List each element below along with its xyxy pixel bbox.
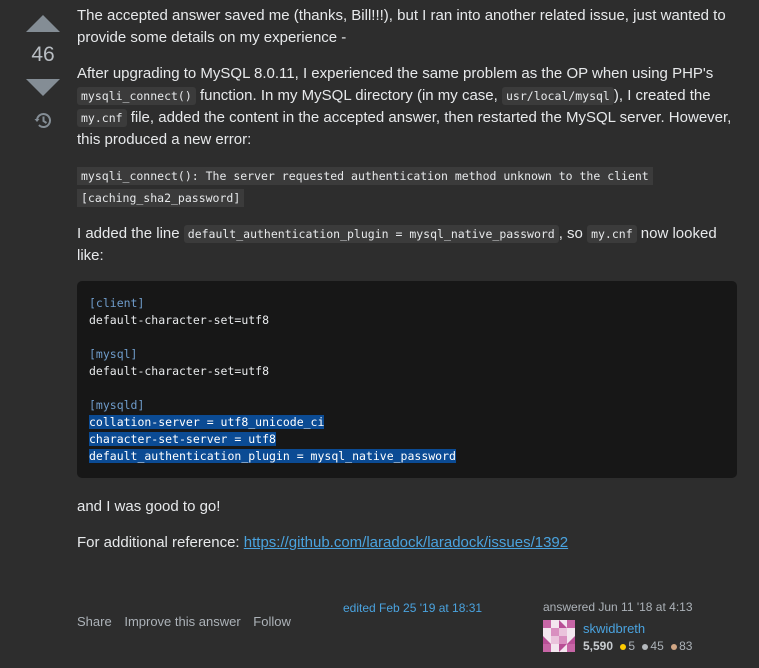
- error-line-1: mysqli_connect(): The server requested a…: [77, 167, 653, 185]
- text: After upgrading to MySQL 8.0.11, I exper…: [77, 65, 714, 82]
- inline-code: default_authentication_plugin = mysql_na…: [183, 225, 559, 243]
- silver-badge-icon: [642, 643, 649, 650]
- text: file, added the content in the accepted …: [77, 109, 732, 148]
- edited-timestamp-link[interactable]: edited Feb 25 '19 at 18:31: [343, 601, 482, 615]
- paragraph-upgrade: After upgrading to MySQL 8.0.11, I exper…: [77, 63, 737, 151]
- code-client-header: [client]: [89, 296, 145, 310]
- bronze-badge-icon: [671, 643, 678, 650]
- answer-body: The accepted answer saved me (thanks, Bi…: [77, 5, 737, 568]
- code-mysqld-line-2: character-set-server = utf8: [89, 432, 276, 446]
- config-code-block: [client] default-character-set=utf8 [mysql…: [77, 281, 737, 478]
- follow-link[interactable]: Follow: [253, 614, 291, 629]
- share-link[interactable]: Share: [77, 614, 112, 629]
- inline-code: usr/local/mysql: [502, 87, 614, 105]
- upvote-arrow-icon[interactable]: [26, 15, 60, 32]
- code-mysqld-line-3: default_authentication_plugin = mysql_na…: [89, 449, 456, 463]
- code-mysql-header: [mysql]: [89, 347, 138, 361]
- reference-link[interactable]: https://github.com/laradock/laradock/iss…: [244, 534, 568, 551]
- text: For additional reference:: [77, 534, 244, 551]
- user-name-link[interactable]: skwidbreth: [583, 621, 645, 636]
- gold-badge-icon: [620, 643, 627, 650]
- inline-code: my.cnf: [587, 225, 637, 243]
- answered-timestamp: answered Jun 11 '18 at 4:13: [543, 600, 693, 614]
- code-mysqld-header: [mysqld]: [89, 398, 145, 412]
- code-client-line: default-character-set=utf8: [89, 313, 270, 327]
- code-mysqld-line-1: collation-server = utf8_unicode_ci: [89, 415, 325, 429]
- paragraph-reference: For additional reference: https://github…: [77, 532, 737, 554]
- error-line-2: [caching_sha2_password]: [77, 189, 245, 207]
- bronze-badge-count: 83: [679, 639, 693, 653]
- inline-code: mysqli_connect(): [77, 87, 196, 105]
- text: I added the line: [77, 225, 184, 242]
- post-footer: Share Improve this answer Follow edited …: [77, 597, 757, 667]
- post-actions: Share Improve this answer Follow: [77, 614, 300, 629]
- downvote-arrow-icon[interactable]: [26, 79, 60, 96]
- history-icon[interactable]: [34, 111, 53, 130]
- paragraph-good-to-go: and I was good to go!: [77, 498, 221, 515]
- user-reputation: 5,590 5 45 83: [583, 639, 692, 653]
- paragraph-intro: The accepted answer saved me (thanks, Bi…: [77, 7, 726, 46]
- silver-badge-count: 45: [650, 639, 664, 653]
- text: , so: [558, 225, 588, 242]
- user-card: answered Jun 11 '18 at 4:13 skwidbreth 5…: [543, 600, 755, 653]
- avatar[interactable]: [543, 620, 575, 652]
- reputation-score: 5,590: [583, 639, 614, 653]
- text: ), I created the: [613, 87, 711, 104]
- paragraph-added-line: I added the line default_authentication_…: [77, 223, 737, 267]
- text: function. In my MySQL directory (in my c…: [195, 87, 502, 104]
- gold-badge-count: 5: [628, 639, 636, 653]
- inline-code: my.cnf: [77, 109, 127, 127]
- improve-answer-link[interactable]: Improve this answer: [124, 614, 240, 629]
- vote-count: 46: [31, 43, 55, 66]
- code-mysql-line: default-character-set=utf8: [89, 364, 270, 378]
- vote-column: 46: [22, 10, 64, 130]
- error-message-block: mysqli_connect(): The server requested a…: [77, 165, 737, 209]
